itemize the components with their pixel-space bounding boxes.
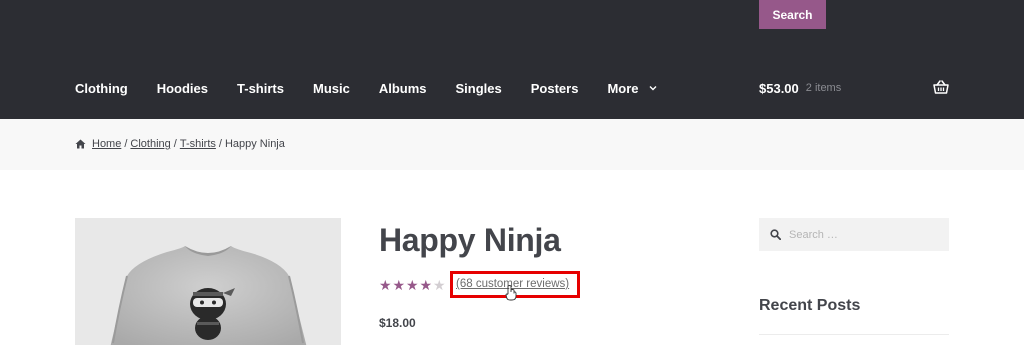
breadcrumb-separator: /	[218, 138, 222, 150]
breadcrumb: Home / Clothing / T-shirts / Happy Ninja	[75, 138, 285, 150]
star-filled-icon: ★	[406, 277, 419, 293]
search-icon	[770, 229, 781, 240]
star-filled-icon: ★	[392, 277, 406, 293]
breadcrumb-current: Happy Ninja	[224, 138, 285, 150]
breadcrumb-separator: /	[124, 138, 128, 150]
star-empty-icon: ★	[433, 277, 446, 293]
home-icon	[75, 139, 86, 149]
nav-item-singles[interactable]: Singles	[456, 81, 502, 96]
star-filled-icon: ★	[379, 277, 392, 293]
nav-item-more[interactable]: More	[607, 81, 657, 96]
t-shirt-image	[110, 246, 307, 345]
nav-item-albums[interactable]: Albums	[379, 81, 427, 96]
breadcrumb-home-link[interactable]: Home	[92, 138, 121, 150]
site-header: Search Clothing Hoodies T-shirts Music A…	[0, 0, 1024, 119]
chevron-down-icon	[649, 86, 657, 91]
nav-item-music[interactable]: Music	[313, 81, 350, 96]
product-price: $18.00	[379, 316, 416, 330]
sidebar-search	[759, 218, 949, 251]
nav-item-hoodies[interactable]: Hoodies	[157, 81, 208, 96]
recent-posts-heading: Recent Posts	[759, 297, 861, 314]
product-image[interactable]	[75, 218, 341, 345]
cart-total: $53.00	[759, 80, 799, 96]
divider	[759, 334, 949, 335]
cart-count: 2 items	[805, 82, 842, 94]
mouse-pointer-icon	[505, 285, 517, 301]
basket-icon[interactable]	[933, 80, 949, 95]
star-filled-icon: ★	[419, 277, 433, 293]
main-nav: Clothing Hoodies T-shirts Music Albums S…	[75, 78, 687, 98]
breadcrumb-separator: /	[173, 138, 177, 150]
header-cart[interactable]: $53.00 2 items	[759, 78, 841, 98]
nav-item-more-label: More	[607, 80, 639, 96]
star-rating: ★ ★ ★ ★ ★	[379, 278, 447, 292]
sidebar-search-input[interactable]	[789, 228, 939, 241]
product-title: Happy Ninja	[379, 222, 561, 258]
search-button[interactable]: Search	[759, 0, 826, 29]
nav-item-posters[interactable]: Posters	[531, 81, 579, 96]
nav-item-clothing[interactable]: Clothing	[75, 81, 128, 96]
breadcrumb-clothing-link[interactable]: Clothing	[130, 138, 170, 150]
breadcrumb-t-shirts-link[interactable]: T-shirts	[180, 138, 216, 150]
nav-item-t-shirts[interactable]: T-shirts	[237, 81, 284, 96]
